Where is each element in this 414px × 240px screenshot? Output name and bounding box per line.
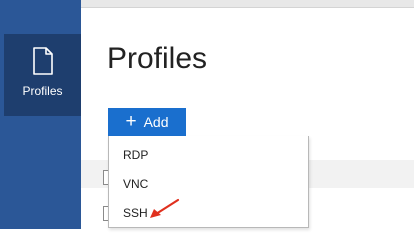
document-icon <box>33 47 53 75</box>
menu-item-vnc[interactable]: VNC <box>109 170 308 198</box>
add-dropdown-menu: RDP VNC SSH <box>108 136 309 228</box>
plus-icon: + <box>125 110 137 132</box>
sidebar-item-profiles[interactable]: Profiles <box>4 34 81 116</box>
annotation-arrow <box>150 198 180 218</box>
sidebar: Profiles <box>0 0 81 229</box>
page-title: Profiles <box>107 42 208 75</box>
menu-item-rdp[interactable]: RDP <box>109 141 308 169</box>
top-strip <box>81 0 414 8</box>
menu-item-ssh[interactable]: SSH <box>109 199 308 227</box>
add-button[interactable]: + Add <box>108 108 186 136</box>
add-button-label: Add <box>143 114 169 130</box>
sidebar-item-label: Profiles <box>22 84 63 98</box>
